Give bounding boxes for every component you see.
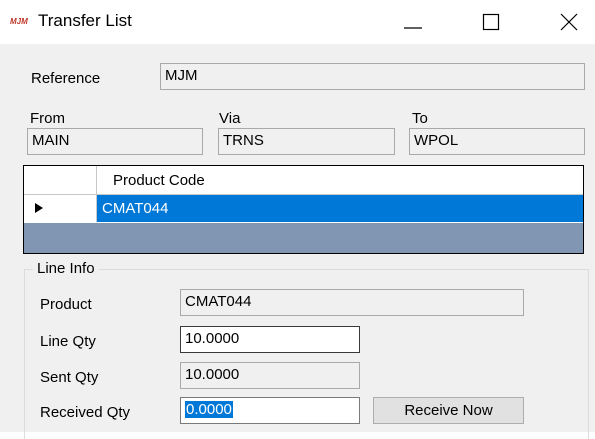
to-field[interactable]: WPOL [409,128,585,155]
sent-qty-value: 10.0000 [185,366,240,383]
column-header-product-code[interactable]: Product Code [113,172,205,189]
current-row-arrow-icon [35,203,43,213]
minimize-button[interactable] [385,0,441,44]
reference-field[interactable]: MJM [160,63,585,90]
received-qty-value: 0.0000 [185,401,233,418]
window-title: Transfer List [38,11,132,30]
received-qty-input[interactable]: 0.0000 [180,397,360,424]
line-qty-field[interactable]: 10.0000 [180,326,360,353]
to-label: To [412,110,428,127]
product-label: Product [40,296,92,313]
to-value: WPOL [414,132,459,149]
receive-now-label: Receive Now [404,402,493,419]
received-qty-label: Received Qty [40,404,131,421]
from-label: From [30,110,65,127]
minimize-icon [404,27,422,29]
app-logo: MJM [10,17,28,26]
product-grid[interactable]: Product Code CMAT044 [23,165,584,254]
reference-value: MJM [165,67,198,84]
sent-qty-label: Sent Qty [40,369,99,386]
title-bar[interactable]: MJM Transfer List [0,0,595,44]
reference-label: Reference [31,70,101,87]
grid-header: Product Code [24,166,583,195]
via-label: Via [219,110,241,127]
maximize-icon [482,13,500,31]
via-value: TRNS [223,132,264,149]
from-field[interactable]: MAIN [27,128,203,155]
table-row[interactable]: CMAT044 [24,195,583,222]
grid-corner[interactable] [24,166,97,194]
row-header[interactable] [24,195,97,222]
product-value: CMAT044 [185,293,252,310]
maximize-button[interactable] [463,0,519,44]
from-value: MAIN [32,132,70,149]
line-info-title: Line Info [33,260,99,277]
product-code-value: CMAT044 [102,200,169,217]
product-field[interactable]: CMAT044 [180,289,524,316]
close-button[interactable] [541,0,595,44]
line-qty-value: 10.0000 [185,330,240,347]
close-icon [560,13,578,31]
line-qty-label: Line Qty [40,333,96,350]
sent-qty-field[interactable]: 10.0000 [180,362,360,389]
receive-now-button[interactable]: Receive Now [373,397,524,424]
via-field[interactable]: TRNS [218,128,395,155]
grid-row-divider [24,222,583,223]
transfer-list-window: MJM Transfer List Reference MJM From MAI… [0,0,595,439]
product-code-cell[interactable]: CMAT044 [97,195,583,222]
